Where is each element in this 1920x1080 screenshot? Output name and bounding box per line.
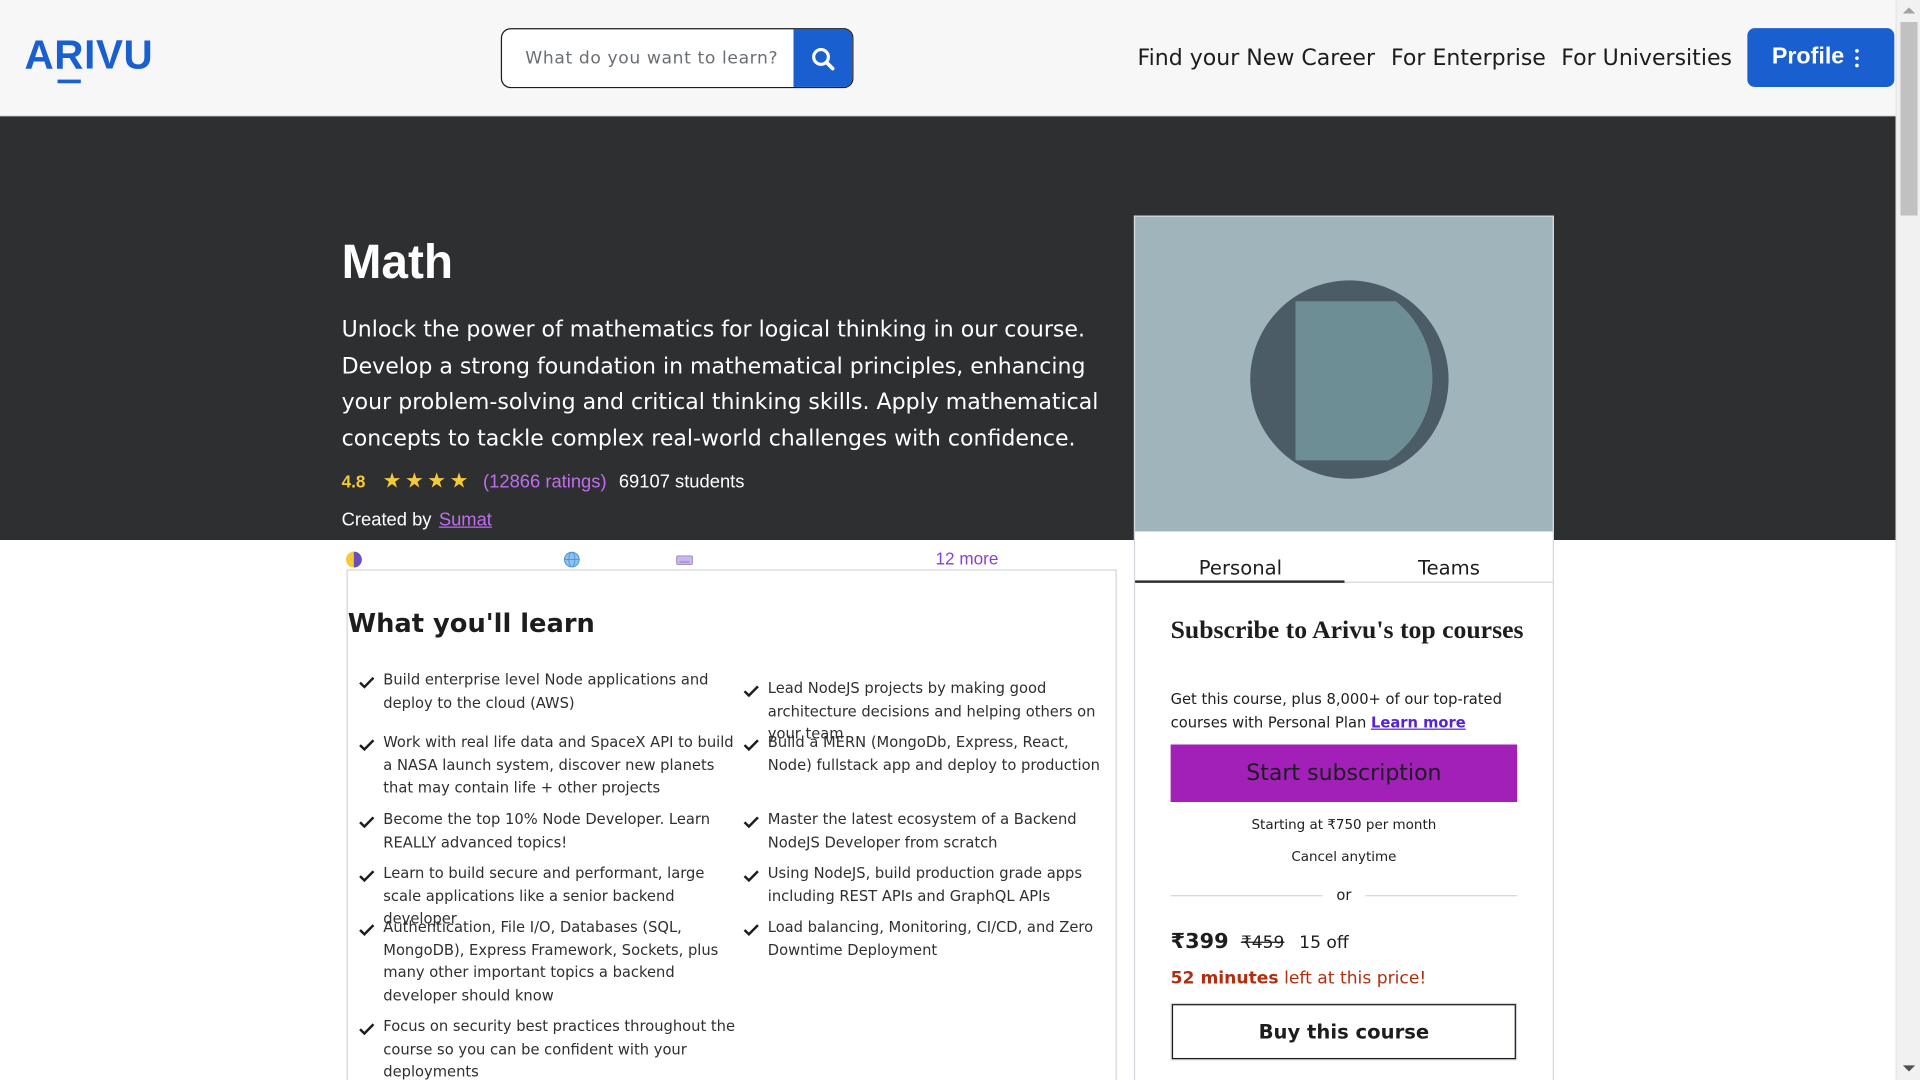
price-timer: 52 minutes left at this price! [1171,969,1427,989]
course-preview-image[interactable] [1135,216,1553,532]
globe-icon [564,551,580,568]
students-count: 69107 students [618,470,745,492]
logo-a: A [24,31,55,78]
learn-item-text: Become the top 10% Node Developer. Learn… [383,810,711,851]
star-icon: ★ [404,468,424,493]
checkmark-icon [743,916,767,961]
learn-item: Become the top 10% Node Developer. Learn… [359,808,739,853]
author-link[interactable]: Sumat [439,509,492,530]
learn-item: Build enterprise level Node applications… [359,669,739,714]
created-by: Created by Sumat [342,509,492,530]
start-subscription-button[interactable]: Start subscription [1170,744,1518,803]
scroll-thumb[interactable] [1900,22,1918,216]
scroll-up-arrow-icon[interactable] [1902,7,1916,14]
learn-item: Master the latest ecosystem of a Backend… [743,808,1110,853]
kebab-menu-icon [1855,48,1859,67]
last-updated-icon [345,551,362,568]
learn-item: Focus on security best practices through… [359,1015,739,1080]
star-icon: ★ [427,468,446,493]
plan-tabs: Personal Teams [1135,531,1553,583]
nav-for-universities[interactable]: For Universities [1561,45,1732,71]
learn-item: Authentication, File I/O, Databases (SQL… [359,916,739,1007]
learn-item-text: Using NodeJS, build production grade app… [767,864,1083,905]
course-title: Math [341,236,454,289]
checkmark-icon [743,862,767,907]
profile-button[interactable]: Profile [1747,28,1895,87]
learn-item-text: Load balancing, Monitoring, CI/CD, and Z… [767,918,1094,959]
checkmark-icon [743,808,767,853]
search-button[interactable] [793,29,853,87]
checkmark-icon [359,1015,383,1080]
learn-item: Using NodeJS, build production grade app… [743,862,1110,907]
left-at-price-text: left at this price! [1284,968,1427,989]
logo-ivu: IVU [84,31,154,78]
preview-placeholder-icon [1250,280,1449,479]
learn-item-text: Work with real life data and SpaceX API … [383,733,734,796]
learn-item: Load balancing, Monitoring, CI/CD, and Z… [743,916,1110,961]
checkmark-icon [359,669,383,714]
purchase-card: Personal Teams Subscribe to Arivu's top … [1133,215,1554,1080]
original-price: ₹459 [1240,933,1285,953]
star-icon: ★ [382,468,402,493]
learn-item: Work with real life data and SpaceX API … [359,731,739,799]
created-by-label: Created by [341,509,432,531]
checkmark-icon [359,731,383,799]
active-tab-indicator [1135,580,1345,583]
nav-for-enterprise[interactable]: For Enterprise [1391,45,1546,71]
arivu-logo[interactable]: ARIVU [24,31,154,84]
nav-find-career[interactable]: Find your New Career [1138,45,1375,71]
what-youll-learn-box: What you'll learn Build enterprise level… [346,569,1117,1080]
keyboard-icon [676,555,693,565]
cancel-anytime-text: Cancel anytime [1291,848,1397,865]
rating-row: 4.8 ★ ★ ★ ★ (12866 ratings) 69107 studen… [342,469,745,493]
logo-r: R [54,31,85,84]
or-divider: or [1170,885,1518,907]
scroll-down-arrow-icon[interactable] [1902,1065,1916,1072]
more-languages-link[interactable]: 12 more [936,549,999,569]
search-icon [812,47,835,70]
rating-value: 4.8 [341,471,366,492]
learn-item-text: Authentication, File I/O, Databases (SQL… [383,918,719,1004]
minutes-left: 52 minutes [1170,968,1279,989]
tab-personal[interactable]: Personal [1199,556,1282,579]
divider-line [1365,895,1518,897]
search-box [500,28,854,89]
vertical-scrollbar[interactable] [1895,0,1920,1080]
starting-price-text: Starting at ₹750 per month [1251,816,1437,833]
checkmark-icon [359,916,383,1007]
star-icon: ★ [449,468,469,493]
top-bar: ARIVU Find your New Career For Enterpris… [0,0,1896,117]
tab-teams[interactable]: Teams [1418,556,1480,579]
ratings-count-link[interactable]: (12866 ratings) [483,471,607,492]
profile-label: Profile [1771,44,1845,70]
learn-item-text: Build enterprise level Node applications… [383,671,709,711]
course-description: Unlock the power of mathematics for logi… [341,317,1099,452]
learn-item: Build a MERN (MongoDb, Express, React, N… [743,731,1110,776]
checkmark-icon [743,731,767,776]
discount-text: 15 off [1299,933,1349,953]
buy-course-button[interactable]: Buy this course [1170,1002,1518,1061]
subscribe-text: Get this course, plus 8,000+ of our top-… [1171,688,1526,733]
learn-more-link[interactable]: Learn more [1371,713,1466,730]
current-price: ₹399 [1170,929,1229,954]
subscribe-title: Subscribe to Arivu's top courses [1170,614,1524,645]
price-row: ₹399 ₹459 15 off [1171,929,1349,953]
search-input[interactable] [502,29,796,87]
checkmark-icon [359,808,383,853]
learn-item-text: Master the latest ecosystem of a Backend… [767,810,1077,851]
learn-item-text: Focus on security best practices through… [383,1017,736,1080]
learn-item-text: Build a MERN (MongoDb, Express, React, N… [767,733,1100,774]
learn-heading: What you'll learn [347,608,595,638]
